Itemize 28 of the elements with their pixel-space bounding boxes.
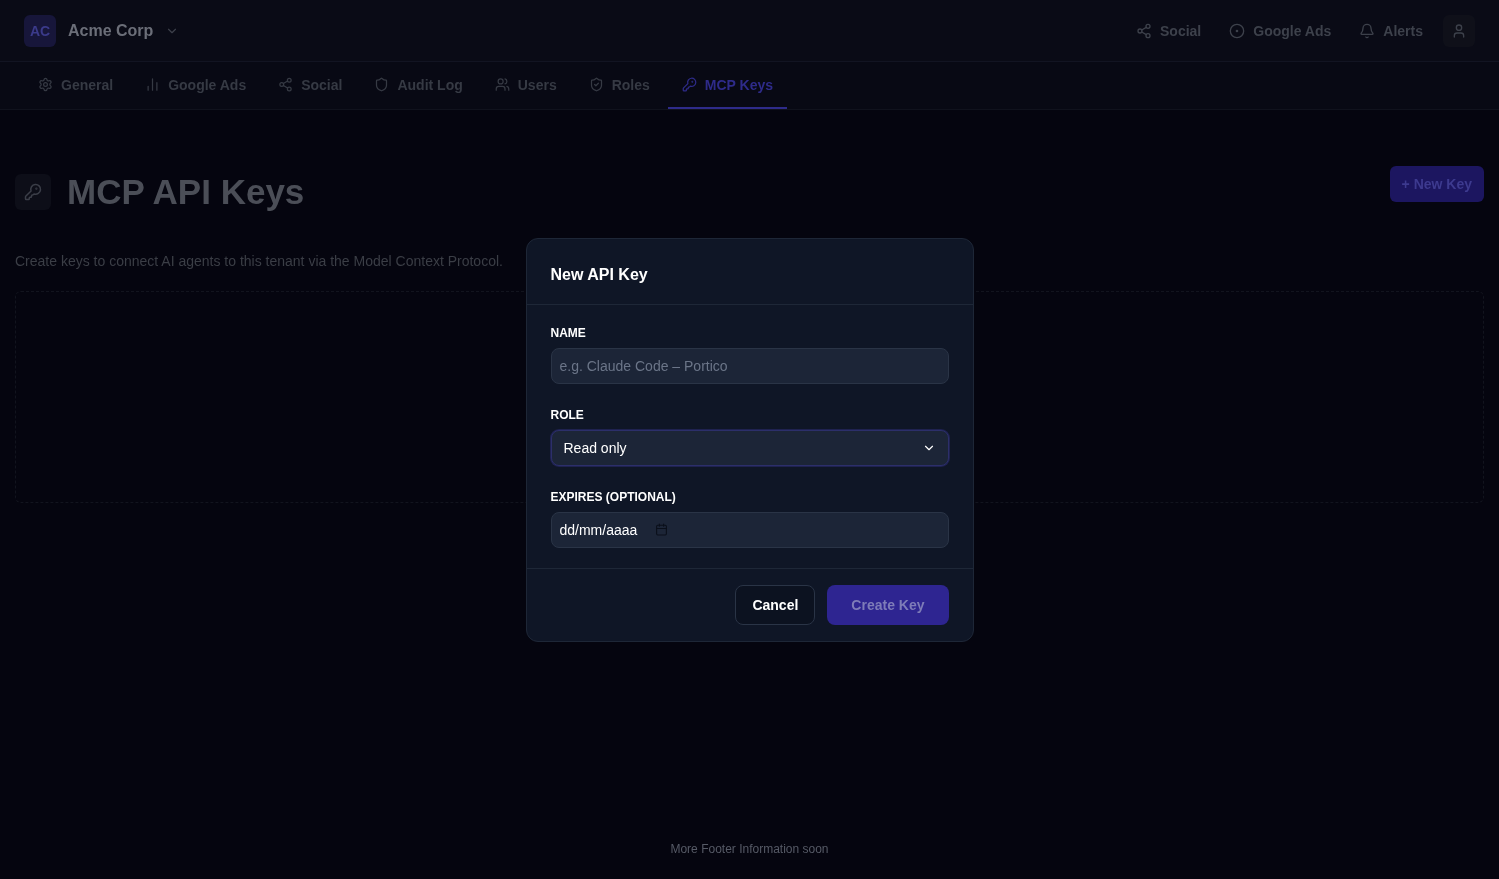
- key-icon: [24, 183, 42, 202]
- shield-icon: [374, 77, 390, 92]
- org-name[interactable]: Acme Corp: [68, 18, 154, 43]
- org-avatar: AC: [24, 14, 56, 47]
- share-icon: [1136, 22, 1152, 39]
- cancel-button[interactable]: Cancel: [735, 584, 816, 625]
- field-label: EXPIRES (OPTIONAL): [550, 488, 677, 505]
- key-icon: [681, 77, 697, 92]
- tab[interactable]: MCP Keys: [667, 62, 787, 109]
- dialog-title: New API Key: [550, 264, 649, 285]
- name-field[interactable]: e.g. Claude Code – Portico: [550, 347, 949, 384]
- bar-chart-icon: [145, 77, 161, 92]
- share-icon: [278, 77, 294, 92]
- target-icon: [1229, 22, 1246, 39]
- role-select[interactable]: Read only: [550, 429, 949, 466]
- gear-icon: [38, 77, 53, 92]
- users-icon: [494, 77, 510, 92]
- footer-text: More Footer Information soon: [669, 841, 830, 857]
- user-button[interactable]: [1443, 14, 1475, 47]
- field-label: ROLE: [550, 406, 585, 423]
- bell-icon: [1359, 22, 1376, 39]
- user-icon: [1451, 22, 1467, 39]
- field-label: NAME: [550, 324, 587, 341]
- page-title: MCP API Keys: [67, 171, 305, 213]
- calendar-icon: [655, 523, 669, 536]
- shield-check-icon: [588, 77, 604, 92]
- date-field[interactable]: dd/mm/aaaa: [550, 511, 949, 548]
- page-description: Create keys to connect AI agents to this tenant via the Model Context Protocol.: [15, 251, 504, 271]
